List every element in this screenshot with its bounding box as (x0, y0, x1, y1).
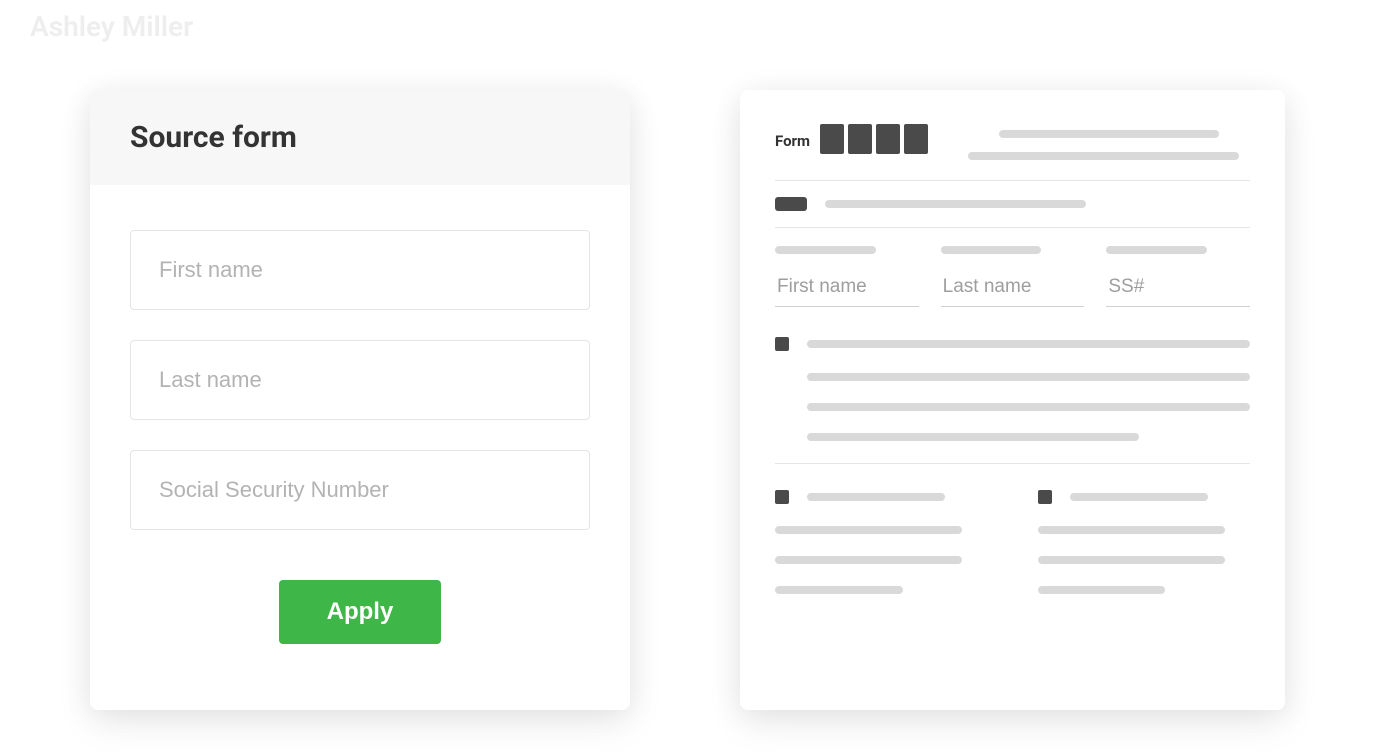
skeleton-line (968, 152, 1239, 160)
first-name-input[interactable] (130, 230, 590, 310)
form-number-block (820, 124, 844, 154)
source-form-card: Source form Apply (90, 90, 630, 710)
skeleton-line (775, 556, 962, 564)
skeleton-line (1038, 586, 1166, 594)
skeleton-line (1038, 526, 1225, 534)
document-form-label: Form (775, 120, 810, 150)
document-paragraph (775, 307, 1250, 464)
source-form-header: Source form (90, 90, 630, 185)
skeleton-line (807, 340, 1250, 348)
skeleton-line (1070, 493, 1208, 501)
document-header-lines (968, 120, 1250, 160)
doc-last-name-field (941, 246, 1085, 307)
skeleton-line (807, 493, 945, 501)
skeleton-line (1038, 556, 1225, 564)
source-form-body: Apply (90, 185, 630, 684)
skeleton-line (999, 130, 1219, 138)
apply-button[interactable]: Apply (279, 580, 442, 644)
skeleton-field-label (775, 246, 876, 254)
form-number-blocks (820, 120, 928, 154)
skeleton-line (825, 200, 1086, 208)
doc-first-name-input[interactable] (775, 272, 919, 307)
layout-container: Source form Apply Form (0, 0, 1384, 710)
bullet-icon (775, 337, 789, 351)
skeleton-line (807, 433, 1139, 441)
ssn-input[interactable] (130, 450, 590, 530)
skeleton-line (775, 526, 962, 534)
doc-first-name-field (775, 246, 919, 307)
skeleton-line (775, 586, 903, 594)
document-column-left (775, 490, 988, 594)
form-number-block (848, 124, 872, 154)
form-number-block (876, 124, 900, 154)
document-section-row (775, 181, 1250, 228)
document-fields-row (775, 228, 1250, 307)
background-ghost-name: Ashley Miller (30, 10, 193, 43)
doc-ssn-field (1106, 246, 1250, 307)
form-number-block (904, 124, 928, 154)
skeleton-line (807, 373, 1250, 381)
last-name-input[interactable] (130, 340, 590, 420)
doc-last-name-input[interactable] (941, 272, 1085, 307)
skeleton-field-label (941, 246, 1042, 254)
skeleton-field-label (1106, 246, 1207, 254)
document-columns (775, 464, 1250, 594)
source-form-title: Source form (130, 120, 590, 155)
bullet-icon (775, 490, 789, 504)
document-preview-card: Form (740, 90, 1285, 710)
section-badge-icon (775, 197, 807, 211)
doc-ssn-input[interactable] (1106, 272, 1250, 307)
document-header: Form (775, 120, 1250, 181)
document-column-right (1038, 490, 1251, 594)
skeleton-line (807, 403, 1250, 411)
bullet-icon (1038, 490, 1052, 504)
